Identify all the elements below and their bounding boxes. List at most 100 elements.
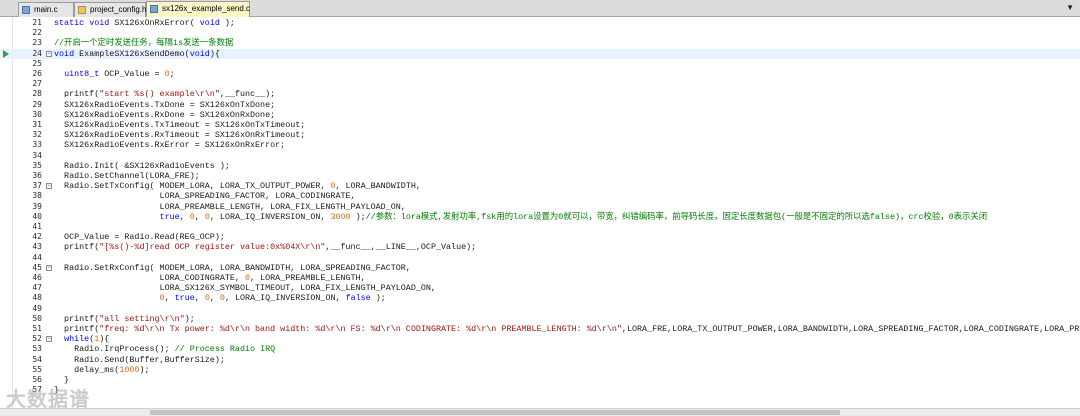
- code-line[interactable]: 43 printf("[%s()-%d]read OCP register va…: [0, 242, 1080, 252]
- code-line[interactable]: 44: [0, 253, 1080, 263]
- code-line[interactable]: 35 Radio.Init( &SX126xRadioEvents );: [0, 161, 1080, 171]
- code-line[interactable]: 56 }: [0, 375, 1080, 385]
- watermark-logo: 大数据谱: [6, 387, 90, 411]
- code-line[interactable]: 45− Radio.SetRxConfig( MODEM_LORA, LORA_…: [0, 263, 1080, 273]
- tab-project-config-h[interactable]: project_config.h: [74, 2, 146, 17]
- code-line[interactable]: 48 0, true, 0, 0, LORA_IQ_INVERSION_ON, …: [0, 293, 1080, 303]
- code-line[interactable]: 40 true, 0, 0, LORA_IQ_INVERSION_ON, 300…: [0, 212, 1080, 222]
- line-number: 27: [32, 79, 42, 89]
- code-text: printf("freq: %d\r\n Tx power: %d\r\n ba…: [54, 324, 1080, 334]
- code-text: printf("start %s() example\r\n",__func__…: [54, 89, 276, 100]
- line-number: 45: [32, 262, 42, 272]
- code-line[interactable]: 50 printf("all setting\r\n");: [0, 314, 1080, 324]
- code-line[interactable]: 51 printf("freq: %d\r\n Tx power: %d\r\n…: [0, 324, 1080, 334]
- code-line[interactable]: 53 Radio.IrqProcess(); // Process Radio …: [0, 344, 1080, 354]
- fold-toggle-icon[interactable]: −: [46, 183, 52, 190]
- tab-sx126x-example-send-c[interactable]: sx126x_example_send.c: [146, 1, 250, 17]
- code-text: while(1){: [64, 334, 110, 345]
- code-text: SX126xRadioEvents.TxDone = SX126xOnTxDon…: [54, 99, 276, 110]
- code-text: Radio.Send(Buffer,BufferSize);: [54, 354, 225, 365]
- code-line[interactable]: 32 SX126xRadioEvents.RxTimeout = SX126xO…: [0, 130, 1080, 140]
- line-number: 26: [32, 69, 42, 78]
- fold-toggle-icon[interactable]: −: [46, 264, 52, 271]
- line-number: 42: [32, 232, 42, 242]
- code-line[interactable]: 57}: [0, 385, 1080, 395]
- line-number: 52: [32, 334, 42, 344]
- fold-toggle-icon[interactable]: −: [46, 50, 52, 57]
- code-line[interactable]: 39 LORA_PREAMBLE_LENGTH, LORA_FIX_LENGTH…: [0, 202, 1080, 212]
- tab-main-c[interactable]: main.c: [18, 2, 74, 17]
- code-text: true, 0, 0, LORA_IQ_INVERSION_ON, 3000 )…: [159, 211, 988, 222]
- line-number: 33: [32, 140, 42, 150]
- editor-tab-bar: main.c project_config.h sx126x_example_s…: [0, 0, 1080, 17]
- code-line[interactable]: 23 //开启一个定时发送任务，每隔1s发送一条数据: [0, 38, 1080, 48]
- code-text: SX126xRadioEvents.RxDone = SX126xOnRxDon…: [54, 109, 276, 120]
- code-text: LORA_CODINGRATE, 0, LORA_PREAMBLE_LENGTH…: [54, 273, 366, 283]
- h-file-icon: [78, 6, 86, 14]
- line-number: 54: [32, 354, 42, 364]
- code-text: Radio.Init( &SX126xRadioEvents );: [54, 160, 230, 171]
- code-line[interactable]: 29 SX126xRadioEvents.TxDone = SX126xOnTx…: [0, 100, 1080, 110]
- horizontal-scrollbar[interactable]: [0, 408, 1080, 416]
- line-number: 25: [32, 58, 42, 68]
- line-number: 51: [32, 324, 42, 333]
- line-number: 24: [32, 48, 42, 58]
- code-line[interactable]: 54 Radio.Send(Buffer,BufferSize);: [0, 355, 1080, 365]
- code-editor[interactable]: 21 static void SX126xOnRxError( void ); 22…: [0, 17, 1080, 408]
- code-line[interactable]: 24− void ExampleSX126xSendDemo(void){: [0, 48, 1080, 59]
- code-line[interactable]: 26 uint8_t OCP_Value = 0;: [0, 69, 1080, 79]
- code-line[interactable]: 55 delay_ms(1000);: [0, 365, 1080, 375]
- code-line[interactable]: 42 OCP_Value = Radio.Read(REG_OCP);: [0, 232, 1080, 242]
- current-line-arrow-icon: [3, 49, 9, 58]
- line-number: 23: [32, 38, 42, 48]
- line-number: 22: [32, 28, 42, 38]
- code-text: SX126xRadioEvents.RxTimeout = SX126xOnRx…: [54, 130, 306, 141]
- code-line[interactable]: 25: [0, 59, 1080, 69]
- line-number: 37: [32, 181, 42, 191]
- tab-label: main.c: [34, 5, 58, 14]
- tab-label: project_config.h: [90, 5, 147, 14]
- code-line[interactable]: 34: [0, 151, 1080, 161]
- code-line[interactable]: 28 printf("start %s() example\r\n",__fun…: [0, 89, 1080, 99]
- code-line[interactable]: 46 LORA_CODINGRATE, 0, LORA_PREAMBLE_LEN…: [0, 273, 1080, 283]
- line-number: 53: [32, 344, 42, 354]
- code-text: static void SX126xOnRxError( void );: [54, 18, 235, 28]
- code-line[interactable]: 21 static void SX126xOnRxError( void );: [0, 18, 1080, 28]
- line-number: 40: [32, 211, 42, 221]
- line-number: 50: [32, 313, 42, 323]
- code-text: Radio.SetRxConfig( MODEM_LORA, LORA_BAND…: [54, 262, 411, 273]
- code-line[interactable]: 33 SX126xRadioEvents.RxError = SX126xOnR…: [0, 140, 1080, 150]
- code-line[interactable]: 38 LORA_SPREADING_FACTOR, LORA_CODINGRAT…: [0, 191, 1080, 201]
- line-number: 44: [32, 252, 42, 262]
- code-line[interactable]: 27: [0, 79, 1080, 89]
- line-number: 49: [32, 303, 42, 313]
- c-file-icon: [22, 6, 30, 14]
- line-number: 31: [32, 120, 42, 129]
- code-text: Radio.SetChannel(LORA_FRE);: [54, 171, 200, 181]
- code-line[interactable]: 47 LORA_SX126X_SYMBOL_TIMEOUT, LORA_FIX_…: [0, 283, 1080, 293]
- code-line[interactable]: 30 SX126xRadioEvents.RxDone = SX126xOnRx…: [0, 110, 1080, 120]
- fold-toggle-icon[interactable]: −: [46, 336, 52, 343]
- line-number: 38: [32, 191, 42, 201]
- c-file-icon: [150, 5, 158, 13]
- code-text: SX126xRadioEvents.TxTimeout = SX126xOnTx…: [54, 120, 306, 130]
- code-line[interactable]: 52− while(1){: [0, 334, 1080, 344]
- code-line[interactable]: 31 SX126xRadioEvents.TxTimeout = SX126xO…: [0, 120, 1080, 130]
- code-line[interactable]: 37− Radio.SetTxConfig( MODEM_LORA, LORA_…: [0, 181, 1080, 191]
- code-text: 0, true, 0, 0, LORA_IQ_INVERSION_ON, fal…: [159, 293, 386, 304]
- line-number: 35: [32, 160, 42, 170]
- code-line[interactable]: 22: [0, 28, 1080, 38]
- line-number: 39: [32, 201, 42, 211]
- line-number: 21: [32, 18, 42, 27]
- code-line[interactable]: 36 Radio.SetChannel(LORA_FRE);: [0, 171, 1080, 181]
- line-number: 47: [32, 283, 42, 293]
- code-text: SX126xRadioEvents.RxError = SX126xOnRxEr…: [54, 140, 286, 151]
- code-text: LORA_SX126X_SYMBOL_TIMEOUT, LORA_FIX_LEN…: [54, 283, 436, 294]
- code-line[interactable]: 41: [0, 222, 1080, 232]
- code-line[interactable]: 49: [0, 304, 1080, 314]
- code-text: uint8_t OCP_Value = 0;: [64, 69, 175, 79]
- scrollbar-thumb[interactable]: [150, 410, 840, 415]
- dropdown-arrow-icon[interactable]: ▼: [1066, 3, 1074, 12]
- line-number: 43: [32, 242, 42, 252]
- code-text: //开启一个定时发送任务，每隔1s发送一条数据: [54, 38, 234, 49]
